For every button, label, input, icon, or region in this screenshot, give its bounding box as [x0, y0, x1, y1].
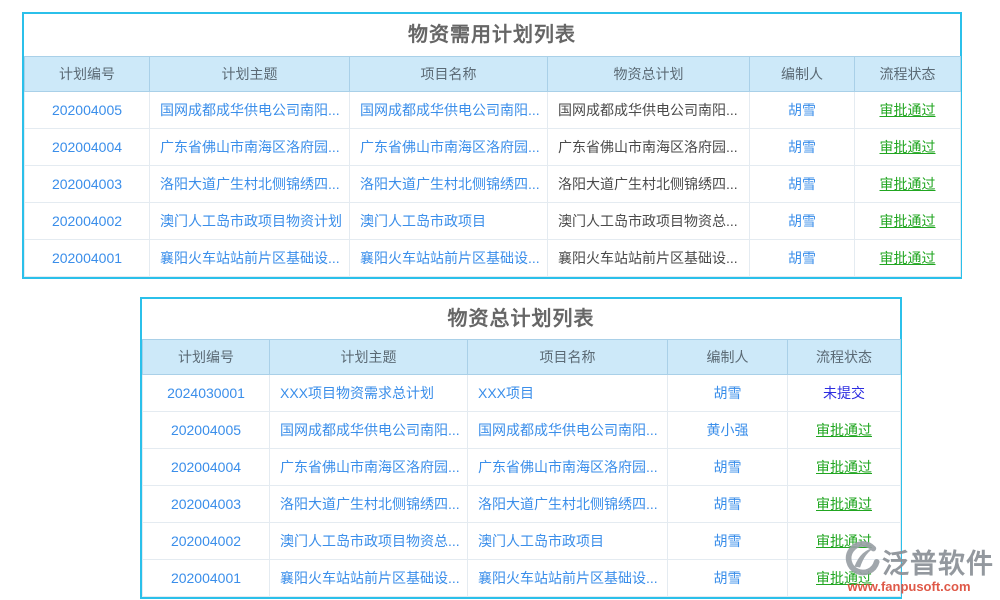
total-plan-body: 2024030001XXX项目物资需求总计划XXX项目胡雪未提交20200400…	[143, 375, 901, 597]
plan-subject-cell[interactable]: XXX项目物资需求总计划	[270, 375, 468, 412]
header-plan-number: 计划编号	[143, 340, 270, 375]
table-row: 202004002澳门人工岛市政项目物资计划澳门人工岛市政项目澳门人工岛市政项目…	[25, 203, 961, 240]
plan-subject-cell[interactable]: 洛阳大道广生村北侧锦绣四...	[270, 486, 468, 523]
plan-subject-cell[interactable]: 澳门人工岛市政项目物资计划	[150, 203, 350, 240]
project-name-cell[interactable]: 襄阳火车站站前片区基础设...	[350, 240, 548, 277]
table-row: 202004005国网成都成华供电公司南阳...国网成都成华供电公司南阳...黄…	[143, 412, 901, 449]
flow-status-cell[interactable]: 审批通过	[855, 92, 961, 129]
plan-subject-cell[interactable]: 国网成都成华供电公司南阳...	[270, 412, 468, 449]
flow-status-cell[interactable]: 审批通过	[788, 449, 901, 486]
project-name-cell[interactable]: 广东省佛山市南海区洛府园...	[350, 129, 548, 166]
material-total-plan-cell: 国网成都成华供电公司南阳...	[548, 92, 750, 129]
plan-number-cell[interactable]: 2024030001	[143, 375, 270, 412]
project-name-cell[interactable]: 洛阳大道广生村北侧锦绣四...	[468, 486, 668, 523]
compiler-cell[interactable]: 胡雪	[668, 375, 788, 412]
plan-subject-cell[interactable]: 广东省佛山市南海区洛府园...	[270, 449, 468, 486]
plan-subject-cell[interactable]: 国网成都成华供电公司南阳...	[150, 92, 350, 129]
compiler-cell[interactable]: 胡雪	[668, 449, 788, 486]
compiler-cell[interactable]: 胡雪	[750, 203, 855, 240]
plan-subject-cell[interactable]: 洛阳大道广生村北侧锦绣四...	[150, 166, 350, 203]
header-project-name: 项目名称	[468, 340, 668, 375]
requirement-plan-table: 计划编号 计划主题 项目名称 物资总计划 编制人 流程状态 202004005国…	[24, 56, 961, 277]
flow-status-cell[interactable]: 审批通过	[855, 129, 961, 166]
table-row: 202004001襄阳火车站站前片区基础设...襄阳火车站站前片区基础设...襄…	[25, 240, 961, 277]
plan-subject-cell[interactable]: 襄阳火车站站前片区基础设...	[270, 560, 468, 597]
flow-status-cell[interactable]: 审批通过	[788, 412, 901, 449]
plan-number-cell[interactable]: 202004005	[143, 412, 270, 449]
plan-number-cell[interactable]: 202004003	[25, 166, 150, 203]
header-project-name: 项目名称	[350, 57, 548, 92]
requirement-plan-title: 物资需用计划列表	[24, 14, 960, 56]
compiler-cell[interactable]: 胡雪	[668, 523, 788, 560]
material-total-plan-cell: 襄阳火车站站前片区基础设...	[548, 240, 750, 277]
header-plan-subject: 计划主题	[270, 340, 468, 375]
flow-status-cell[interactable]: 审批通过	[855, 166, 961, 203]
flow-status-cell[interactable]: 审批通过	[855, 240, 961, 277]
vendor-url: www.fanpusoft.com	[824, 579, 994, 594]
requirement-plan-body: 202004005国网成都成华供电公司南阳...国网成都成华供电公司南阳...国…	[25, 92, 961, 277]
project-name-cell[interactable]: 国网成都成华供电公司南阳...	[468, 412, 668, 449]
compiler-cell[interactable]: 胡雪	[750, 166, 855, 203]
vendor-brand-name: 泛普软件	[882, 542, 994, 581]
plan-number-cell[interactable]: 202004004	[143, 449, 270, 486]
compiler-cell[interactable]: 黄小强	[668, 412, 788, 449]
table-row: 202004004广东省佛山市南海区洛府园...广东省佛山市南海区洛府园...胡…	[143, 449, 901, 486]
table-row: 202004001襄阳火车站站前片区基础设...襄阳火车站站前片区基础设...胡…	[143, 560, 901, 597]
project-name-cell[interactable]: XXX项目	[468, 375, 668, 412]
material-total-plan-cell: 广东省佛山市南海区洛府园...	[548, 129, 750, 166]
total-plan-title: 物资总计划列表	[142, 299, 900, 339]
project-name-cell[interactable]: 国网成都成华供电公司南阳...	[350, 92, 548, 129]
table-row: 2024030001XXX项目物资需求总计划XXX项目胡雪未提交	[143, 375, 901, 412]
header-plan-number: 计划编号	[25, 57, 150, 92]
plan-number-cell[interactable]: 202004002	[143, 523, 270, 560]
header-flow-status: 流程状态	[788, 340, 901, 375]
plan-number-cell[interactable]: 202004003	[143, 486, 270, 523]
material-total-plan-cell: 洛阳大道广生村北侧锦绣四...	[548, 166, 750, 203]
fanpu-logo-icon	[842, 540, 880, 583]
header-compiler: 编制人	[668, 340, 788, 375]
plan-number-cell[interactable]: 202004002	[25, 203, 150, 240]
plan-subject-cell[interactable]: 广东省佛山市南海区洛府园...	[150, 129, 350, 166]
header-compiler: 编制人	[750, 57, 855, 92]
compiler-cell[interactable]: 胡雪	[750, 129, 855, 166]
compiler-cell[interactable]: 胡雪	[668, 560, 788, 597]
total-plan-header-row: 计划编号 计划主题 项目名称 编制人 流程状态	[143, 340, 901, 375]
table-row: 202004002澳门人工岛市政项目物资总...澳门人工岛市政项目胡雪审批通过	[143, 523, 901, 560]
table-row: 202004005国网成都成华供电公司南阳...国网成都成华供电公司南阳...国…	[25, 92, 961, 129]
project-name-cell[interactable]: 洛阳大道广生村北侧锦绣四...	[350, 166, 548, 203]
header-plan-subject: 计划主题	[150, 57, 350, 92]
compiler-cell[interactable]: 胡雪	[750, 92, 855, 129]
flow-status-cell[interactable]: 审批通过	[855, 203, 961, 240]
header-material-total-plan: 物资总计划	[548, 57, 750, 92]
material-total-plan-cell: 澳门人工岛市政项目物资总...	[548, 203, 750, 240]
project-name-cell[interactable]: 襄阳火车站站前片区基础设...	[468, 560, 668, 597]
table-row: 202004003洛阳大道广生村北侧锦绣四...洛阳大道广生村北侧锦绣四...洛…	[25, 166, 961, 203]
compiler-cell[interactable]: 胡雪	[750, 240, 855, 277]
project-name-cell[interactable]: 澳门人工岛市政项目	[468, 523, 668, 560]
table-row: 202004004广东省佛山市南海区洛府园...广东省佛山市南海区洛府园...广…	[25, 129, 961, 166]
plan-number-cell[interactable]: 202004005	[25, 92, 150, 129]
project-name-cell[interactable]: 广东省佛山市南海区洛府园...	[468, 449, 668, 486]
project-name-cell[interactable]: 澳门人工岛市政项目	[350, 203, 548, 240]
requirement-plan-header-row: 计划编号 计划主题 项目名称 物资总计划 编制人 流程状态	[25, 57, 961, 92]
vendor-watermark: 泛普软件 www.fanpusoft.com	[824, 540, 994, 594]
header-flow-status: 流程状态	[855, 57, 961, 92]
total-plan-panel: 物资总计划列表 计划编号 计划主题 项目名称 编制人 流程状态 20240300…	[140, 297, 902, 599]
requirement-plan-panel: 物资需用计划列表 计划编号 计划主题 项目名称 物资总计划 编制人 流程状态 2…	[22, 12, 962, 279]
plan-number-cell[interactable]: 202004004	[25, 129, 150, 166]
plan-number-cell[interactable]: 202004001	[25, 240, 150, 277]
table-row: 202004003洛阳大道广生村北侧锦绣四...洛阳大道广生村北侧锦绣四...胡…	[143, 486, 901, 523]
total-plan-table: 计划编号 计划主题 项目名称 编制人 流程状态 2024030001XXX项目物…	[142, 339, 901, 597]
compiler-cell[interactable]: 胡雪	[668, 486, 788, 523]
plan-number-cell[interactable]: 202004001	[143, 560, 270, 597]
flow-status-cell[interactable]: 未提交	[788, 375, 901, 412]
plan-subject-cell[interactable]: 澳门人工岛市政项目物资总...	[270, 523, 468, 560]
plan-subject-cell[interactable]: 襄阳火车站站前片区基础设...	[150, 240, 350, 277]
flow-status-cell[interactable]: 审批通过	[788, 486, 901, 523]
